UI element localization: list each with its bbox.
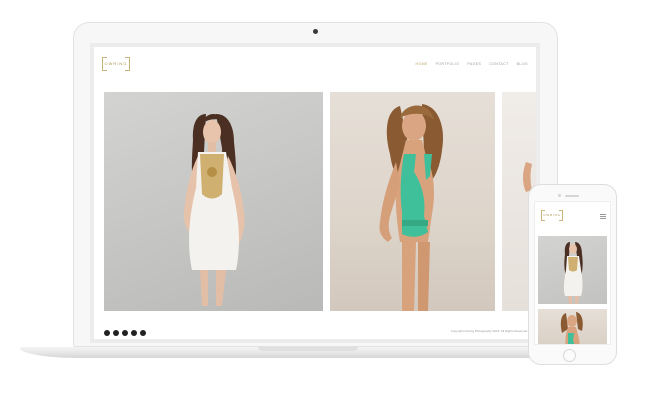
nav-item-pages[interactable]: PAGES — [467, 62, 481, 66]
gallery-image-green-swimsuit[interactable] — [330, 92, 495, 311]
phone-gallery-image-white-dress[interactable] — [538, 236, 607, 304]
laptop-camera — [313, 29, 318, 34]
site-logo[interactable]: OWRING — [102, 56, 130, 72]
instagram-icon[interactable] — [131, 330, 137, 336]
phone-screen: OWRING — [534, 201, 611, 345]
tumblr-icon[interactable] — [140, 330, 146, 336]
nav-item-blog[interactable]: BLOG — [517, 62, 528, 66]
nav-item-contact[interactable]: CONTACT — [489, 62, 508, 66]
social-icons — [104, 330, 146, 336]
phone-home-button[interactable] — [563, 349, 576, 362]
facebook-icon[interactable] — [104, 330, 110, 336]
phone-site-logo-text: OWRING — [543, 213, 561, 217]
copyright-text: Copyright Owring Photography 2016. All R… — [450, 329, 528, 333]
laptop-notch — [258, 347, 358, 351]
laptop-screen: OWRING HOME PORTFOLIO PAGES CONTACT BLOG — [90, 43, 540, 343]
nav-item-home[interactable]: HOME — [416, 62, 428, 66]
phone-camera — [558, 194, 561, 197]
main-nav: HOME PORTFOLIO PAGES CONTACT BLOG — [416, 62, 528, 66]
phone-site-logo[interactable]: OWRING — [541, 209, 563, 222]
pinterest-icon[interactable] — [122, 330, 128, 336]
website-page: OWRING HOME PORTFOLIO PAGES CONTACT BLOG — [94, 47, 536, 339]
twitter-icon[interactable] — [113, 330, 119, 336]
gallery-image-white-dress[interactable] — [104, 92, 323, 311]
phone-speaker — [565, 195, 579, 197]
site-logo-text: OWRING — [104, 61, 128, 66]
hamburger-icon[interactable] — [600, 214, 606, 219]
nav-item-portfolio[interactable]: PORTFOLIO — [436, 62, 460, 66]
phone-gallery-image-green-swimsuit[interactable] — [538, 309, 607, 344]
